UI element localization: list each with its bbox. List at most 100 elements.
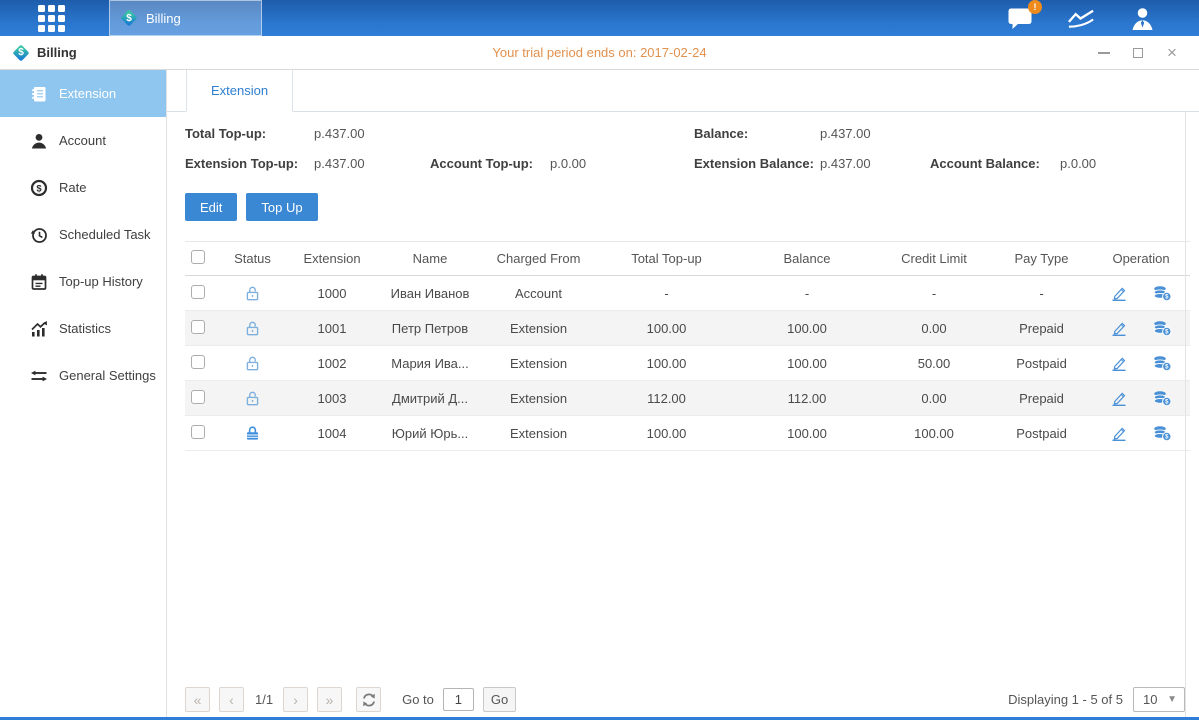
- page-size-dropdown[interactable]: 10 ▼: [1133, 687, 1185, 712]
- goto-page-input[interactable]: [443, 688, 474, 711]
- maximize-button[interactable]: [1131, 46, 1145, 60]
- sidebar-item-label: General Settings: [59, 368, 156, 383]
- credit-limit-cell: 0.00: [877, 311, 991, 346]
- sidebar-item-label: Scheduled Task: [59, 227, 151, 242]
- sidebar-item-label: Account: [59, 133, 106, 148]
- row-checkbox[interactable]: [191, 390, 205, 404]
- account-balance-label: Account Balance:: [930, 156, 1060, 171]
- sidebar-item-label: Statistics: [59, 321, 111, 336]
- go-button[interactable]: Go: [483, 687, 516, 712]
- tab-extension[interactable]: Extension: [186, 70, 293, 112]
- sidebar-item-extension[interactable]: Extension: [0, 70, 166, 117]
- last-page-button[interactable]: »: [317, 687, 342, 712]
- app-body: Extension Account $ Rate: [0, 70, 1199, 720]
- unlocked-icon[interactable]: [244, 320, 261, 337]
- credit-limit-cell: 0.00: [877, 381, 991, 416]
- close-button[interactable]: ×: [1165, 46, 1179, 60]
- pay-type-cell: Postpaid: [991, 346, 1092, 381]
- row-checkbox-cell: [185, 381, 220, 416]
- minimize-button[interactable]: [1097, 46, 1111, 60]
- row-checkbox[interactable]: [191, 285, 205, 299]
- status-cell: [220, 346, 285, 381]
- sliders-icon: [30, 367, 48, 385]
- col-status: Status: [220, 242, 285, 276]
- operation-cell: $: [1092, 416, 1190, 451]
- charged-from-cell: Extension: [481, 416, 596, 451]
- account-topup-label: Account Top-up:: [430, 156, 550, 171]
- sidebar-item-topup-history[interactable]: Top-up History: [0, 258, 166, 305]
- name-cell: Дмитрий Д...: [379, 381, 481, 416]
- name-cell: Мария Ива...: [379, 346, 481, 381]
- window-controls: ×: [1097, 46, 1179, 60]
- extension-table-wrap: Status Extension Name Charged From Total…: [185, 241, 1185, 451]
- topup-coins-icon[interactable]: $: [1153, 425, 1172, 442]
- name-cell: Иван Иванов: [379, 276, 481, 311]
- topup-coins-icon[interactable]: $: [1153, 355, 1172, 372]
- sidebar-item-account[interactable]: Account: [0, 117, 166, 164]
- operation-cell: $: [1092, 276, 1190, 311]
- extension-balance-label: Extension Balance:: [694, 156, 820, 171]
- line-chart-icon: [1066, 7, 1096, 30]
- edit-pencil-icon[interactable]: [1110, 320, 1128, 337]
- header-checkbox-cell: [185, 242, 220, 276]
- edit-button[interactable]: Edit: [185, 193, 237, 221]
- app-grid-icon[interactable]: [38, 5, 65, 32]
- taskbar-tab-billing[interactable]: $ Billing: [109, 0, 262, 36]
- notepad-icon: [30, 273, 48, 291]
- user-account-icon[interactable]: [1127, 6, 1157, 30]
- operation-cell: $: [1092, 381, 1190, 416]
- total-topup-cell: 100.00: [596, 346, 737, 381]
- charged-from-cell: Extension: [481, 381, 596, 416]
- topup-coins-icon[interactable]: $: [1153, 285, 1172, 302]
- select-all-checkbox[interactable]: [191, 250, 205, 264]
- unlocked-icon[interactable]: [244, 285, 261, 302]
- edit-pencil-icon[interactable]: [1110, 355, 1128, 372]
- total-topup-cell: -: [596, 276, 737, 311]
- sidebar-item-rate[interactable]: $ Rate: [0, 164, 166, 211]
- row-checkbox[interactable]: [191, 320, 205, 334]
- edit-pencil-icon[interactable]: [1110, 425, 1128, 442]
- edit-pencil-icon[interactable]: [1110, 285, 1128, 302]
- topup-coins-icon[interactable]: $: [1153, 390, 1172, 407]
- charged-from-cell: Extension: [481, 346, 596, 381]
- refresh-button[interactable]: [356, 687, 381, 712]
- person-silhouette-icon: [1129, 6, 1156, 31]
- topup-coins-icon[interactable]: $: [1153, 320, 1172, 337]
- locked-icon[interactable]: [244, 425, 261, 442]
- ledger-icon: [30, 85, 48, 103]
- sidebar-item-statistics[interactable]: Statistics: [0, 305, 166, 352]
- sidebar-item-scheduled-task[interactable]: Scheduled Task: [0, 211, 166, 258]
- row-checkbox[interactable]: [191, 425, 205, 439]
- sidebar-item-label: Top-up History: [59, 274, 143, 289]
- window-titlebar: $ Billing Your trial period ends on: 201…: [0, 36, 1199, 70]
- app-window: $ Billing !: [0, 0, 1199, 720]
- balance-cell: 100.00: [737, 311, 877, 346]
- page-indicator: 1/1: [255, 692, 273, 707]
- total-topup-cell: 100.00: [596, 311, 737, 346]
- unlocked-icon[interactable]: [244, 355, 261, 372]
- notifications-icon[interactable]: !: [1005, 6, 1035, 30]
- history-clock-icon: [30, 226, 48, 244]
- next-page-button[interactable]: ›: [283, 687, 308, 712]
- col-pay-type: Pay Type: [991, 242, 1092, 276]
- resource-monitor-icon[interactable]: [1066, 6, 1096, 30]
- pagination-right: Displaying 1 - 5 of 5 10 ▼: [1008, 687, 1185, 712]
- window-title: Billing: [37, 45, 77, 60]
- edit-pencil-icon[interactable]: [1110, 390, 1128, 407]
- table-body: 1000 Иван Иванов Account - - - - $: [185, 276, 1190, 451]
- unlocked-icon[interactable]: [244, 390, 261, 407]
- prev-page-button[interactable]: ‹: [219, 687, 244, 712]
- billing-app-icon: $: [12, 44, 30, 62]
- topup-button[interactable]: Top Up: [246, 193, 317, 221]
- total-topup-value: p.437.00: [314, 126, 430, 141]
- sidebar-item-general-settings[interactable]: General Settings: [0, 352, 166, 399]
- charged-from-cell: Extension: [481, 311, 596, 346]
- row-checkbox[interactable]: [191, 355, 205, 369]
- desktop-topbar: $ Billing !: [0, 0, 1199, 36]
- operation-cell: $: [1092, 346, 1190, 381]
- svg-text:$: $: [36, 183, 42, 194]
- pay-type-cell: Postpaid: [991, 416, 1092, 451]
- col-credit-limit: Credit Limit: [877, 242, 991, 276]
- first-page-button[interactable]: «: [185, 687, 210, 712]
- notification-badge: !: [1028, 0, 1042, 14]
